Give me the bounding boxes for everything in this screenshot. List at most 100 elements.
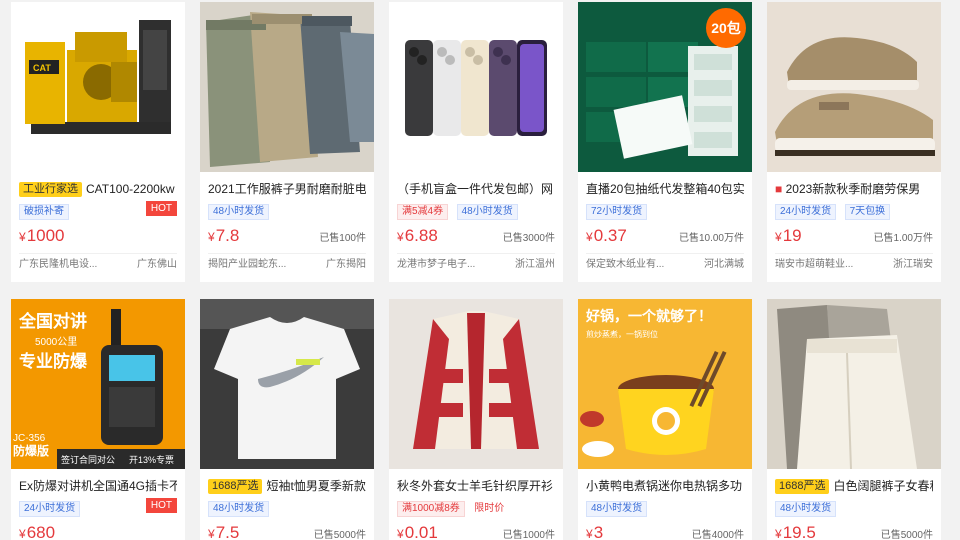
product-card[interactable]: CAT 工业行家选 CAT100-2200kw 破损补寄 HOT ¥1000 广东… bbox=[11, 2, 185, 282]
price: ¥680 bbox=[19, 523, 56, 540]
product-card[interactable]: 全国对讲 5000公里 专业防爆 JC-356 防爆版 签订合同对公 开13%专… bbox=[11, 299, 185, 540]
product-card[interactable]: 秋冬外套女士羊毛针织厚开衫 满1000减8券 限时价 ¥0.01 已售1000件 bbox=[389, 299, 563, 540]
price: ¥0.37 bbox=[586, 226, 627, 245]
sold-count: 已售5000件 bbox=[313, 530, 366, 540]
invoice-note: 开13%专票 bbox=[129, 454, 174, 465]
tag-row: 72小时发货 bbox=[586, 201, 744, 220]
price-row: ¥680 bbox=[19, 520, 177, 540]
shop-name[interactable]: 龙港市梦子电子... bbox=[397, 259, 475, 270]
product-title[interactable]: （手机盲盒一件代发包邮）网 bbox=[397, 180, 555, 198]
product-title[interactable]: 2021工作服裤子男耐磨耐脏电 bbox=[208, 180, 366, 198]
price-row: ¥7.5 已售5000件 bbox=[208, 520, 366, 540]
tag-row: 24小时发货 7天包换 bbox=[775, 201, 933, 220]
shop-row[interactable]: 龙港市梦子电子... 浙江温州 bbox=[397, 253, 555, 276]
sold-count: 已售4000件 bbox=[691, 530, 744, 540]
coupon-tag: 满5减4券 bbox=[397, 204, 449, 220]
price-row: ¥1000 bbox=[19, 223, 177, 249]
service-tag: 破损补寄 bbox=[19, 204, 69, 220]
tag-row: 24小时发货 HOT bbox=[19, 498, 177, 517]
service-tag: 48小时发货 bbox=[208, 204, 270, 220]
price-row: ¥3 已售4000件 bbox=[586, 520, 744, 540]
product-title[interactable]: 1688严选 短袖t恤男夏季新款 bbox=[208, 477, 366, 495]
promo-headline: 好锅，一个就够了！ bbox=[585, 308, 712, 324]
price-row: ¥0.01 已售1000件 bbox=[397, 520, 555, 540]
product-card[interactable]: 好锅，一个就够了！ 煎炒蒸煮，一锅到位 小黄鸭电煮锅迷你电热锅多功 48小时发货… bbox=[578, 299, 752, 540]
product-image-tissues[interactable]: 20包 bbox=[578, 2, 752, 172]
tag-row: 48小时发货 bbox=[586, 498, 744, 517]
brand-mark-icon: ■ bbox=[775, 182, 783, 196]
product-card[interactable]: （手机盲盒一件代发包邮）网 满5减4券 48小时发货 ¥6.88 已售3000件… bbox=[389, 2, 563, 282]
price-row: ¥0.37 已售10.00万件 bbox=[586, 223, 744, 249]
service-tag: 24小时发货 bbox=[19, 501, 81, 517]
selection-badge: 1688严选 bbox=[208, 479, 263, 494]
shop-name[interactable]: 瑞安市超萌鞋业... bbox=[775, 259, 853, 270]
pack-count-badge: 20包 bbox=[706, 8, 746, 48]
shop-name[interactable]: 揭阳产业园蛇东... bbox=[208, 259, 286, 270]
shop-location: 浙江温州 bbox=[511, 254, 555, 276]
product-image-wide-pants[interactable] bbox=[767, 299, 941, 469]
service-tag: 24小时发货 bbox=[775, 204, 837, 220]
product-image-phones[interactable] bbox=[389, 2, 563, 172]
product-image-cooker[interactable]: 好锅，一个就够了！ 煎炒蒸煮，一锅到位 bbox=[578, 299, 752, 469]
shop-location: 河北满城 bbox=[700, 254, 744, 276]
product-image-tshirt[interactable] bbox=[200, 299, 374, 469]
tag-row: 破损补寄 HOT bbox=[19, 201, 177, 220]
product-title[interactable]: 工业行家选 CAT100-2200kw bbox=[19, 180, 177, 198]
shop-row[interactable]: 揭阳产业园蛇东... 广东揭阳 bbox=[208, 253, 366, 276]
promo-headline: 全国对讲 bbox=[18, 311, 87, 331]
price: ¥0.01 bbox=[397, 523, 438, 540]
product-title[interactable]: Ex防爆对讲机全国通4G插卡不 bbox=[19, 477, 177, 495]
product-title[interactable]: 1688严选 白色阔腿裤子女春秋 bbox=[775, 477, 933, 495]
sold-count: 已售100件 bbox=[319, 233, 366, 244]
hot-badge: HOT bbox=[145, 201, 177, 216]
limited-price-tag: 限时价 bbox=[474, 503, 505, 514]
shop-location: 浙江瑞安 bbox=[889, 254, 933, 276]
tag-row: 满5减4券 48小时发货 bbox=[397, 201, 555, 220]
product-card[interactable]: 20包 直播20包抽纸代发整箱40包实 72小时发货 ¥0.37 已售10.00… bbox=[578, 2, 752, 282]
selection-badge: 1688严选 bbox=[775, 479, 830, 494]
product-image-cardigan[interactable] bbox=[389, 299, 563, 469]
product-card[interactable]: 1688严选 白色阔腿裤子女春秋 48小时发货 ¥19.5 已售5000件 bbox=[767, 299, 941, 540]
selection-badge: 工业行家选 bbox=[19, 182, 82, 197]
shop-name[interactable]: 保定致木纸业有... bbox=[586, 259, 664, 270]
price: ¥7.5 bbox=[208, 523, 240, 540]
shop-row[interactable]: 瑞安市超萌鞋业... 浙江瑞安 bbox=[775, 253, 933, 276]
product-image-generator[interactable]: CAT bbox=[11, 2, 185, 172]
shop-name[interactable]: 广东民隆机电设... bbox=[19, 259, 97, 270]
price: ¥19.5 bbox=[775, 523, 816, 540]
product-grid: CAT 工业行家选 CAT100-2200kw 破损补寄 HOT ¥1000 广东… bbox=[0, 0, 960, 540]
product-image-pants[interactable] bbox=[200, 2, 374, 172]
product-image-shoes[interactable] bbox=[767, 2, 941, 172]
product-title[interactable]: 小黄鸭电煮锅迷你电热锅多功 bbox=[586, 477, 744, 495]
tag-row: 满1000减8券 限时价 bbox=[397, 498, 555, 517]
product-card[interactable]: 1688严选 短袖t恤男夏季新款 48小时发货 ¥7.5 已售5000件 bbox=[200, 299, 374, 540]
product-image-walkie-talkie[interactable]: 全国对讲 5000公里 专业防爆 JC-356 防爆版 签订合同对公 开13%专… bbox=[11, 299, 185, 469]
product-title[interactable]: ■ 2023新款秋季耐磨劳保男 bbox=[775, 180, 933, 198]
model-sub-label: 防爆版 bbox=[13, 443, 49, 458]
sold-count: 已售5000件 bbox=[880, 530, 933, 540]
product-title[interactable]: 秋冬外套女士羊毛针织厚开衫 bbox=[397, 477, 555, 495]
product-card[interactable]: ■ 2023新款秋季耐磨劳保男 24小时发货 7天包换 ¥19 已售1.00万件… bbox=[767, 2, 941, 282]
service-tag: 48小时发货 bbox=[775, 501, 837, 517]
sold-count: 已售1000件 bbox=[502, 530, 555, 540]
service-tag: 48小时发货 bbox=[208, 501, 270, 517]
product-card[interactable]: 2021工作服裤子男耐磨耐脏电 48小时发货 ¥7.8 已售100件 揭阳产业园… bbox=[200, 2, 374, 282]
service-tag: 7天包换 bbox=[844, 204, 891, 220]
price-row: ¥6.88 已售3000件 bbox=[397, 223, 555, 249]
contract-note: 签订合同对公 bbox=[61, 454, 115, 465]
sold-count: 已售1.00万件 bbox=[873, 233, 933, 244]
product-title[interactable]: 直播20包抽纸代发整箱40包实 bbox=[586, 180, 744, 198]
shop-row[interactable]: 广东民隆机电设... 广东佛山 bbox=[19, 253, 177, 276]
price: ¥6.88 bbox=[397, 226, 438, 245]
service-tag: 48小时发货 bbox=[586, 501, 648, 517]
price-row: ¥7.8 已售100件 bbox=[208, 223, 366, 249]
shop-row[interactable]: 保定致木纸业有... 河北满城 bbox=[586, 253, 744, 276]
price: ¥1000 bbox=[19, 226, 65, 245]
sold-count: 已售10.00万件 bbox=[678, 233, 744, 244]
service-tag: 72小时发货 bbox=[586, 204, 648, 220]
service-tag: 48小时发货 bbox=[456, 204, 518, 220]
promo-subhead: 专业防爆 bbox=[19, 351, 88, 371]
tag-row: 48小时发货 bbox=[775, 498, 933, 517]
hot-badge: HOT bbox=[145, 498, 177, 513]
promo-distance: 5000公里 bbox=[35, 336, 77, 348]
